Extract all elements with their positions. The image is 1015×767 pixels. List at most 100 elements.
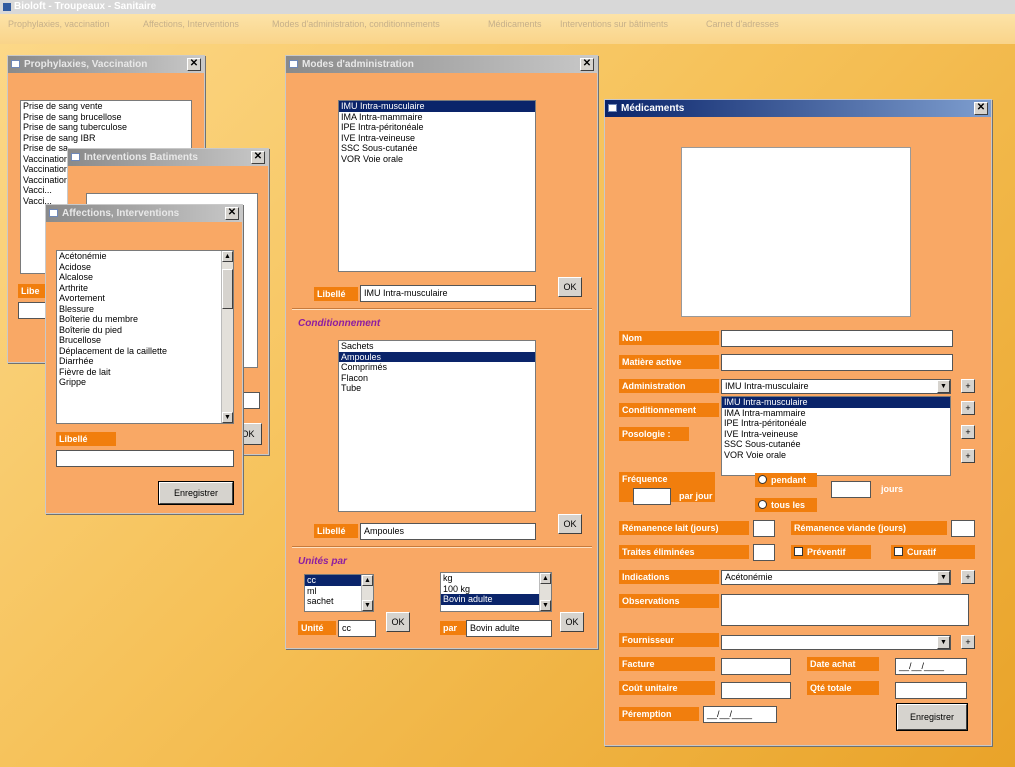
list-item[interactable]: Sachets	[339, 341, 535, 352]
list-item[interactable]: Arthrite	[57, 283, 233, 294]
list-item[interactable]: Fièvre de lait	[57, 367, 233, 378]
tous-les-option[interactable]: tous les	[755, 498, 817, 512]
peremption-field[interactable]: __/__/____	[703, 706, 777, 723]
unite-list[interactable]: cc ml sachet ▲ ▼	[304, 574, 374, 612]
dropdown-option[interactable]: IMU Intra-musculaire	[722, 397, 950, 408]
list-item[interactable]: Alcalose	[57, 272, 233, 283]
scroll-down-icon[interactable]: ▼	[540, 600, 551, 611]
list-item[interactable]: SSC Sous-cutanée	[339, 143, 535, 154]
dropdown-option[interactable]: VOR Voie orale	[722, 450, 950, 461]
list-item[interactable]: Flacon	[339, 373, 535, 384]
list-item[interactable]: 100 kg	[441, 584, 551, 595]
nom-field[interactable]	[721, 330, 953, 347]
list-item[interactable]: Ampoules	[339, 351, 535, 362]
par-field[interactable]: Bovin adulte	[466, 620, 552, 637]
par-list[interactable]: kg 100 kg Bovin adulte ▲ ▼	[440, 572, 552, 612]
list-item[interactable]: Prise de sang tuberculose	[21, 122, 191, 133]
scroll-thumb[interactable]	[222, 269, 233, 309]
menu-interventions-batiments[interactable]: Interventions sur bâtiments	[560, 19, 668, 29]
save-button[interactable]: Enregistrer	[159, 482, 233, 504]
curatif-checkbox[interactable]: ✓	[894, 547, 903, 556]
list-item[interactable]: Tube	[339, 383, 535, 394]
menu-carnet-adresses[interactable]: Carnet d'adresses	[706, 19, 779, 29]
affection-list[interactable]: Acétonémie Acidose Alcalose Arthrite Avo…	[56, 250, 234, 424]
radio-pendant[interactable]	[758, 475, 767, 484]
list-item[interactable]: Comprimés	[339, 362, 535, 373]
matiere-active-field[interactable]	[721, 354, 953, 371]
list-item[interactable]: Acidose	[57, 262, 233, 273]
list-item[interactable]: Diarrhée	[57, 356, 233, 367]
scroll-down-icon[interactable]: ▼	[362, 600, 373, 611]
list-item[interactable]: kg	[441, 573, 551, 584]
list-item[interactable]: Avortement	[57, 293, 233, 304]
libelle-field[interactable]	[56, 450, 234, 467]
conditionnement-list[interactable]: Sachets Ampoules Comprimés Flacon Tube	[338, 340, 536, 512]
close-icon[interactable]: ✕	[225, 207, 239, 220]
administration-dropdown-list[interactable]: IMU Intra-musculaire IMA Intra-mammaire …	[721, 396, 951, 476]
date-achat-field[interactable]: __/__/____	[895, 658, 967, 675]
par-ok-button[interactable]: OK	[560, 612, 584, 632]
dropdown-option[interactable]: IVE Intra-veineuse	[722, 429, 950, 440]
add-conditionnement-button[interactable]: +	[961, 401, 975, 415]
list-item[interactable]: Prise de sang IBR	[21, 133, 191, 144]
menu-affections[interactable]: Affections, Interventions	[143, 19, 239, 29]
dropdown-option[interactable]: SSC Sous-cutanée	[722, 439, 950, 450]
list-item[interactable]: IVE Intra-veineuse	[339, 133, 535, 144]
menu-medicaments[interactable]: Médicaments	[488, 19, 542, 29]
add-administration-button[interactable]: +	[961, 379, 975, 393]
frequence-field[interactable]	[633, 488, 671, 505]
radio-tous-les[interactable]	[758, 500, 767, 509]
list-scrollbar[interactable]: ▲ ▼	[539, 573, 551, 611]
cond-libelle-field[interactable]: Ampoules	[360, 523, 536, 540]
chevron-down-icon[interactable]: ▼	[937, 380, 950, 393]
add-posologie-button[interactable]: +	[961, 425, 975, 439]
list-item[interactable]: VOR Voie orale	[339, 154, 535, 165]
medicament-picture[interactable]	[681, 147, 911, 317]
list-scrollbar[interactable]: ▲ ▼	[221, 251, 233, 423]
cout-unitaire-field[interactable]	[721, 682, 791, 699]
list-item[interactable]: Acétonémie	[57, 251, 233, 262]
admin-ok-button[interactable]: OK	[558, 277, 582, 297]
scroll-up-icon[interactable]: ▲	[540, 573, 551, 584]
indications-select[interactable]: Acétonémie ▼	[721, 570, 951, 585]
administration-list[interactable]: IMU Intra-musculaire IMA Intra-mammaire …	[338, 100, 536, 272]
chevron-down-icon[interactable]: ▼	[937, 636, 950, 649]
add-unite-button[interactable]: +	[961, 449, 975, 463]
menu-modes[interactable]: Modes d'administration, conditionnements	[272, 19, 440, 29]
unite-field[interactable]: cc	[338, 620, 376, 637]
duree-field[interactable]	[831, 481, 871, 498]
list-item[interactable]: Bovin adulte	[441, 594, 551, 605]
administration-select[interactable]: IMU Intra-musculaire ▼	[721, 379, 951, 394]
curatif-option[interactable]: ✓ Curatif	[891, 545, 975, 559]
close-icon[interactable]: ✕	[187, 58, 201, 71]
remanence-lait-field[interactable]	[753, 520, 775, 537]
dropdown-option[interactable]: IMA Intra-mammaire	[722, 408, 950, 419]
list-item[interactable]: Déplacement de la caillette	[57, 346, 233, 357]
list-item[interactable]: IPE Intra-péritonéale	[339, 122, 535, 133]
preventif-checkbox[interactable]	[794, 547, 803, 556]
save-button[interactable]: Enregistrer	[897, 704, 967, 730]
scroll-up-icon[interactable]: ▲	[222, 251, 233, 262]
scroll-up-icon[interactable]: ▲	[362, 575, 373, 586]
unite-ok-button[interactable]: OK	[386, 612, 410, 632]
traites-field[interactable]	[753, 544, 775, 561]
fournisseur-select[interactable]: ▼	[721, 635, 951, 650]
dropdown-option[interactable]: IPE Intra-péritonéale	[722, 418, 950, 429]
menu-prophylaxies[interactable]: Prophylaxies, vaccination	[8, 19, 110, 29]
list-item[interactable]: Brucellose	[57, 335, 233, 346]
qte-totale-field[interactable]	[895, 682, 967, 699]
list-item[interactable]: Prise de sang brucellose	[21, 112, 191, 123]
pendant-option[interactable]: pendant	[755, 473, 817, 487]
facture-field[interactable]	[721, 658, 791, 675]
observations-field[interactable]	[721, 594, 969, 626]
cond-ok-button[interactable]: OK	[558, 514, 582, 534]
list-item[interactable]: Prise de sang vente	[21, 101, 191, 112]
close-icon[interactable]: ✕	[580, 58, 594, 71]
chevron-down-icon[interactable]: ▼	[937, 571, 950, 584]
remanence-viande-field[interactable]	[951, 520, 975, 537]
list-scrollbar[interactable]: ▲ ▼	[361, 575, 373, 611]
preventif-option[interactable]: Préventif	[791, 545, 871, 559]
list-item[interactable]: Boîterie du membre	[57, 314, 233, 325]
close-icon[interactable]: ✕	[251, 151, 265, 164]
admin-libelle-field[interactable]: IMU Intra-musculaire	[360, 285, 536, 302]
